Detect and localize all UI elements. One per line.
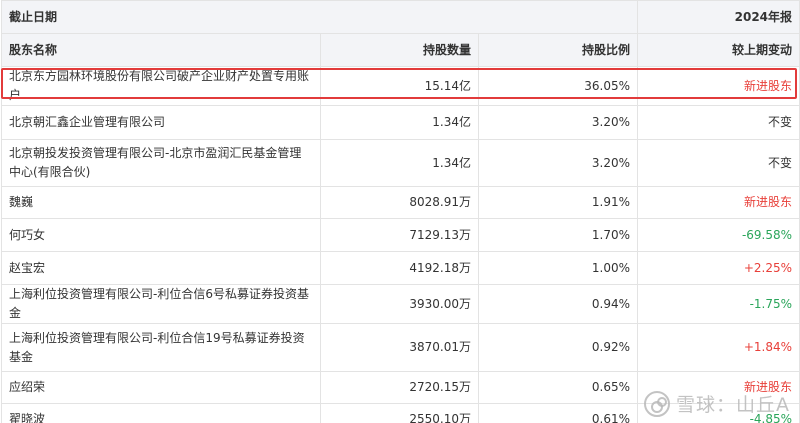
- table-row: 北京朝汇鑫企业管理有限公司 1.34亿 3.20% 不变: [1, 105, 800, 140]
- shareholder-name: 应绍荣: [1, 371, 321, 404]
- ratio-value: 36.05%: [477, 66, 639, 106]
- change-value: +1.84%: [637, 323, 800, 372]
- shareholder-name: 上海利位投资管理有限公司-利位合信19号私募证券投资基金: [1, 323, 321, 372]
- column-header-ratio: 持股比例: [477, 33, 639, 67]
- shares-value: 8028.91万: [320, 186, 479, 219]
- change-value: 新进股东: [637, 186, 800, 219]
- ratio-value: 0.61%: [477, 403, 639, 423]
- change-value: -4.85%: [637, 403, 800, 423]
- column-header-change: 较上期变动: [637, 33, 800, 67]
- table-row: 魏巍 8028.91万 1.91% 新进股东: [1, 186, 800, 219]
- change-value: 不变: [637, 105, 800, 140]
- ratio-value: 0.94%: [477, 284, 639, 324]
- table-row: 北京东方园林环境股份有限公司破产企业财产处置专用账户 15.14亿 36.05%…: [1, 66, 800, 106]
- ratio-value: 1.00%: [477, 251, 639, 285]
- shares-value: 2550.10万: [320, 403, 479, 423]
- shares-value: 15.14亿: [320, 66, 479, 106]
- ratio-value: 1.91%: [477, 186, 639, 219]
- ratio-value: 0.65%: [477, 371, 639, 404]
- shareholder-name: 北京朝汇鑫企业管理有限公司: [1, 105, 321, 140]
- table-row: 何巧女 7129.13万 1.70% -69.58%: [1, 218, 800, 252]
- shares-value: 3930.00万: [320, 284, 479, 324]
- shares-value: 1.34亿: [320, 105, 479, 140]
- shareholder-name: 魏巍: [1, 186, 321, 219]
- column-header-name: 股东名称: [1, 33, 321, 67]
- change-value: 新进股东: [637, 66, 800, 106]
- change-value: -69.58%: [637, 218, 800, 252]
- shareholder-name: 赵宝宏: [1, 251, 321, 285]
- table-row: 赵宝宏 4192.18万 1.00% +2.25%: [1, 251, 800, 285]
- table-row: 北京朝投发投资管理有限公司-北京市盈润汇民基金管理中心(有限合伙) 1.34亿 …: [1, 139, 800, 187]
- table-row: 翟晓波 2550.10万 0.61% -4.85%: [1, 403, 800, 423]
- shares-value: 4192.18万: [320, 251, 479, 285]
- change-value: +2.25%: [637, 251, 800, 285]
- table-row: 上海利位投资管理有限公司-利位合信19号私募证券投资基金 3870.01万 0.…: [1, 323, 800, 372]
- change-value: -1.75%: [637, 284, 800, 324]
- table-row: 应绍荣 2720.15万 0.65% 新进股东: [1, 371, 800, 404]
- shareholder-name: 上海利位投资管理有限公司-利位合信6号私募证券投资基金: [1, 284, 321, 324]
- shareholder-name: 何巧女: [1, 218, 321, 252]
- header-row-columns: 股东名称 持股数量 持股比例 较上期变动: [1, 33, 800, 67]
- shares-value: 3870.01万: [320, 323, 479, 372]
- header-row-date: 截止日期 2024年报: [0, 0, 800, 34]
- column-header-shares: 持股数量: [320, 33, 479, 67]
- ratio-value: 0.92%: [477, 323, 639, 372]
- shareholders-table-panel: 截止日期 2024年报 股东名称 持股数量 持股比例 较上期变动 北京东方园林环…: [0, 0, 800, 423]
- ratio-value: 3.20%: [477, 105, 639, 140]
- shares-value: 7129.13万: [320, 218, 479, 252]
- shareholder-name: 北京东方园林环境股份有限公司破产企业财产处置专用账户: [1, 66, 321, 106]
- table-row: 上海利位投资管理有限公司-利位合信6号私募证券投资基金 3930.00万 0.9…: [1, 284, 800, 324]
- change-value: 不变: [637, 139, 800, 187]
- ratio-value: 3.20%: [477, 139, 639, 187]
- shares-value: 1.34亿: [320, 139, 479, 187]
- header-period[interactable]: 2024年报: [637, 0, 800, 34]
- header-date-label: 截止日期: [0, 0, 639, 34]
- ratio-value: 1.70%: [477, 218, 639, 252]
- shareholder-name: 北京朝投发投资管理有限公司-北京市盈润汇民基金管理中心(有限合伙): [1, 139, 321, 187]
- change-value: 新进股东: [637, 371, 800, 404]
- top-shareholders-table: 截止日期 2024年报 股东名称 持股数量 持股比例 较上期变动 北京东方园林环…: [0, 0, 800, 423]
- shares-value: 2720.15万: [320, 371, 479, 404]
- shareholder-name: 翟晓波: [1, 403, 321, 423]
